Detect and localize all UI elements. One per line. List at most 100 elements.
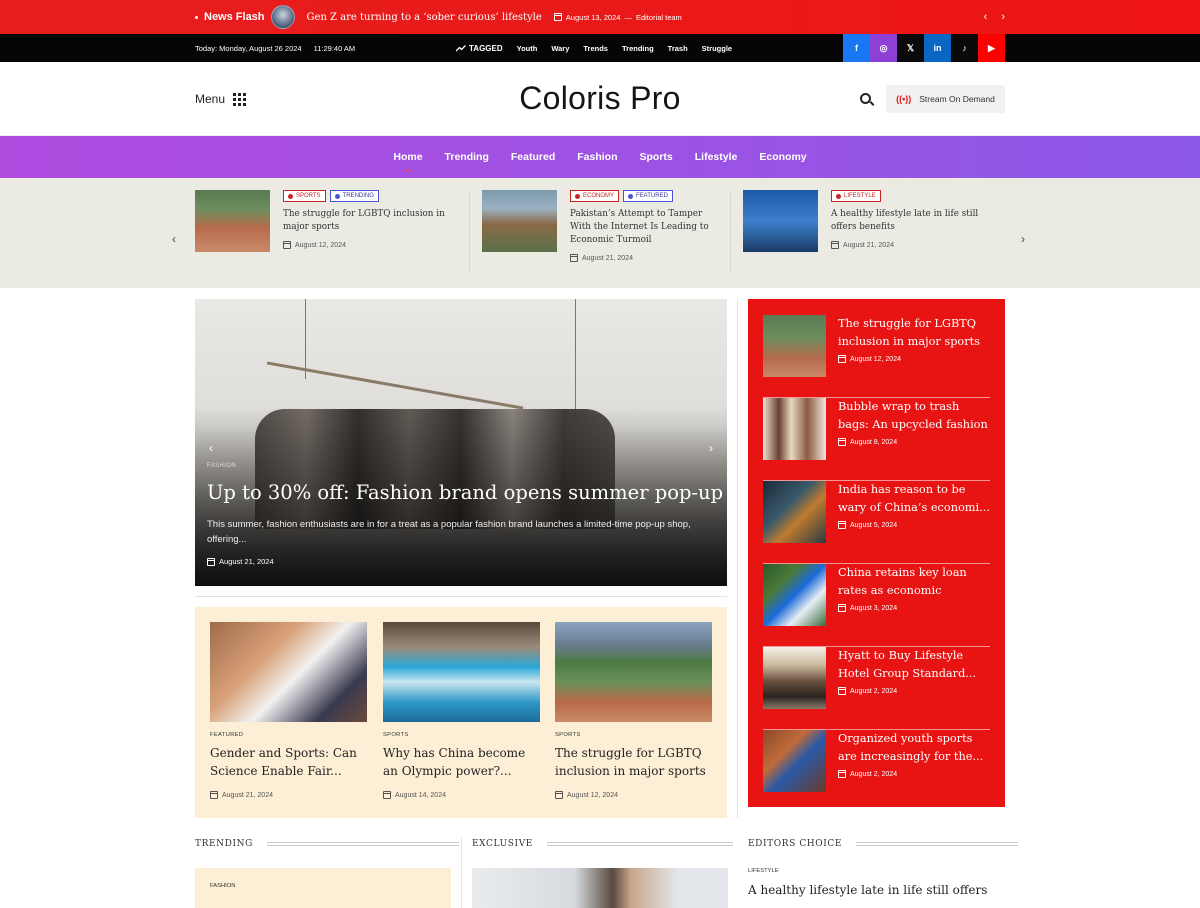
news-flash-thumbnail[interactable] <box>270 5 295 29</box>
article-thumbnail[interactable] <box>743 190 818 252</box>
category-badge[interactable]: FEATURED <box>623 190 673 202</box>
calendar-icon <box>553 13 562 21</box>
article-title[interactable]: Why has China become an Olympic power?..… <box>383 744 540 782</box>
facebook-icon[interactable]: f <box>843 34 870 62</box>
sidebar-article[interactable]: Organized youth sports are increasingly … <box>763 730 990 813</box>
sidebar-article[interactable]: India has reason to be wary of China’s e… <box>763 481 990 564</box>
youtube-icon[interactable]: ▶ <box>978 34 1005 62</box>
article-title[interactable]: The struggle for LGBTQ inclusion in majo… <box>555 744 712 782</box>
article-title[interactable]: Pakistan’s Attempt to Tamper With the In… <box>570 208 720 247</box>
article-date: August 12, 2024 <box>283 241 463 249</box>
article-title[interactable]: The struggle for LGBTQ inclusion in majo… <box>838 315 990 351</box>
article-title[interactable]: Bubble wrap to trash bags: An upcycled f… <box>838 398 990 434</box>
article-thumbnail[interactable] <box>763 398 826 460</box>
chevron-right-icon[interactable]: › <box>1021 232 1025 246</box>
article-thumbnail[interactable] <box>763 730 826 792</box>
exclusive-card-image[interactable] <box>472 868 728 908</box>
article-category[interactable]: FASHION <box>210 883 235 889</box>
article-title[interactable]: A healthy lifestyle late in life still o… <box>831 208 996 234</box>
tag-link[interactable]: Trending <box>622 44 654 53</box>
chevron-left-icon[interactable]: ‹ <box>209 441 213 455</box>
tiktok-icon[interactable]: ♪ <box>951 34 978 62</box>
x-twitter-icon[interactable]: 𝕏 <box>897 34 924 62</box>
stream-label: Stream On Demand <box>919 94 995 104</box>
article-date: August 21, 2024 <box>570 254 720 262</box>
trending-card[interactable]: FASHION <box>195 868 451 908</box>
tag-link[interactable]: Trends <box>583 44 608 53</box>
trending-icon <box>456 44 466 51</box>
news-flash-headline[interactable]: Gen Z are turning to a ‘sober curious’ l… <box>307 12 542 23</box>
article-title[interactable]: India has reason to be wary of China’s e… <box>838 481 990 517</box>
category-badge[interactable]: ECONOMY <box>570 190 620 202</box>
site-logo[interactable]: Coloris Pro <box>0 80 1200 117</box>
article-category[interactable]: SPORTS <box>555 732 712 738</box>
sidebar-article[interactable]: The struggle for LGBTQ inclusion in majo… <box>763 315 990 398</box>
featured-hero-slide[interactable]: ‹ › FASHION Up to 30% off: Fashion brand… <box>195 299 727 586</box>
sidebar-article[interactable]: China retains key loan rates as economic… <box>763 564 990 647</box>
article-thumbnail[interactable] <box>195 190 270 252</box>
nav-sports[interactable]: Sports <box>640 151 673 163</box>
article-thumbnail[interactable] <box>763 564 826 626</box>
heading-rule <box>266 842 459 846</box>
category-badge[interactable]: TRENDING <box>329 190 379 202</box>
nav-lifestyle[interactable]: Lifestyle <box>695 151 738 163</box>
tag-link[interactable]: Struggle <box>702 44 732 53</box>
hero-category[interactable]: FASHION <box>207 463 236 469</box>
linkedin-icon[interactable]: in <box>924 34 951 62</box>
calendar-icon <box>831 241 839 249</box>
article-category[interactable]: SPORTS <box>383 732 540 738</box>
nav-featured[interactable]: Featured <box>511 151 555 163</box>
broadcast-icon: ((•)) <box>896 94 912 104</box>
search-icon[interactable] <box>860 93 871 104</box>
article-title[interactable]: The struggle for LGBTQ inclusion in majo… <box>283 208 463 234</box>
stream-on-demand-button[interactable]: ((•)) Stream On Demand <box>886 85 1005 113</box>
carousel-item[interactable]: SPORTS TRENDING The struggle for LGBTQ i… <box>195 190 463 252</box>
nav-economy[interactable]: Economy <box>759 151 806 163</box>
article-title[interactable]: Organized youth sports are increasingly … <box>838 730 990 766</box>
sidebar-article[interactable]: Hyatt to Buy Lifestyle Hotel Group Stand… <box>763 647 990 730</box>
carousel-item[interactable]: ECONOMY FEATURED Pakistan’s Attempt to T… <box>482 190 720 262</box>
tag-link[interactable]: Trash <box>668 44 688 53</box>
chevron-right-icon[interactable]: › <box>709 441 713 455</box>
article-card[interactable]: SPORTS The struggle for LGBTQ inclusion … <box>555 622 712 799</box>
article-thumbnail[interactable] <box>763 481 826 543</box>
chevron-right-icon[interactable]: › <box>1001 11 1005 23</box>
article-image[interactable] <box>383 622 540 722</box>
hero-excerpt: This summer, fashion enthusiasts are in … <box>207 519 691 545</box>
instagram-icon[interactable]: ◎ <box>870 34 897 62</box>
nav-fashion[interactable]: Fashion <box>577 151 617 163</box>
chevron-left-icon[interactable]: ‹ <box>172 232 176 246</box>
chevron-left-icon[interactable]: ‹ <box>984 11 988 23</box>
current-time: 11:29:40 AM <box>313 43 356 53</box>
divider <box>737 299 738 818</box>
tag-link[interactable]: Wary <box>551 44 569 53</box>
article-title[interactable]: Hyatt to Buy Lifestyle Hotel Group Stand… <box>838 647 990 683</box>
article-thumbnail[interactable] <box>763 647 826 709</box>
nav-trending[interactable]: Trending <box>445 151 489 163</box>
article-card[interactable]: FEATURED Gender and Sports: Can Science … <box>210 622 367 799</box>
article-title[interactable]: Gender and Sports: Can Science Enable Fa… <box>210 744 367 782</box>
article-title[interactable]: A healthy lifestyle late in life still o… <box>748 883 987 897</box>
category-badge[interactable]: SPORTS <box>283 190 326 202</box>
article-card[interactable]: SPORTS Why has China become an Olympic p… <box>383 622 540 799</box>
article-date: August 2, 2024 <box>838 770 990 778</box>
article-thumbnail[interactable] <box>482 190 557 252</box>
nav-home[interactable]: Home <box>393 151 423 172</box>
article-grid: FEATURED Gender and Sports: Can Science … <box>195 607 727 818</box>
article-category[interactable]: LIFESTYLE <box>748 868 779 874</box>
sidebar-article[interactable]: Bubble wrap to trash bags: An upcycled f… <box>763 398 990 481</box>
divider <box>461 838 462 908</box>
article-title[interactable]: China retains key loan rates as economic… <box>838 564 990 600</box>
tag-list: TAGGED Youth Wary Trends Trending Trash … <box>456 34 732 62</box>
hero-title[interactable]: Up to 30% off: Fashion brand opens summe… <box>207 481 723 504</box>
category-badge[interactable]: LIFESTYLE <box>831 190 881 202</box>
article-thumbnail[interactable] <box>763 315 826 377</box>
carousel-item[interactable]: LIFESTYLE A healthy lifestyle late in li… <box>743 190 996 252</box>
article-date: August 3, 2024 <box>838 604 990 612</box>
article-category[interactable]: FEATURED <box>210 732 367 738</box>
tag-link[interactable]: Youth <box>517 44 538 53</box>
news-flash-author[interactable]: Editorial team <box>636 13 682 22</box>
article-image[interactable] <box>210 622 367 722</box>
article-image[interactable] <box>555 622 712 722</box>
article-date: August 5, 2024 <box>838 521 990 529</box>
